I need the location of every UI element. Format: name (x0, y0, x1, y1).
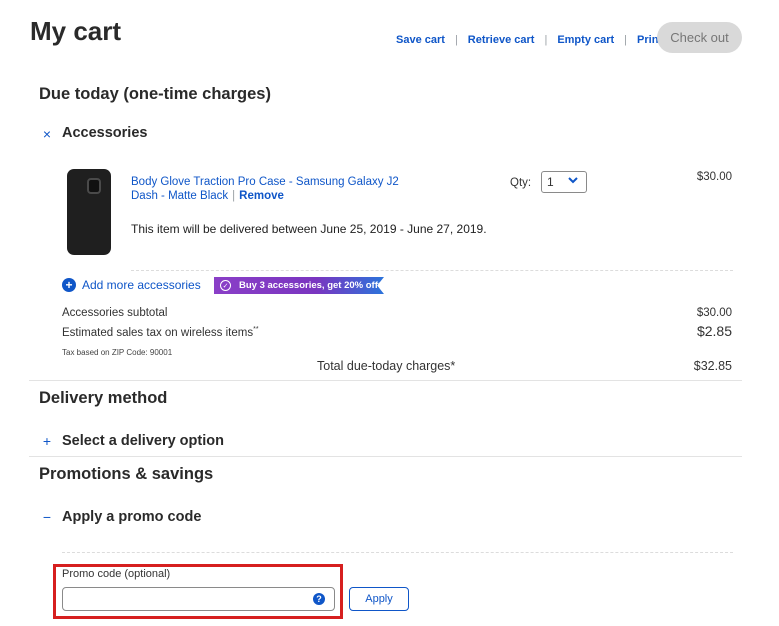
subtotal-label: Accessories subtotal (62, 307, 168, 319)
total-label: Total due-today charges* (317, 359, 456, 373)
collapse-promo-icon[interactable]: − (41, 509, 53, 525)
delivery-estimate: This item will be delivered between June… (131, 222, 487, 236)
divider (131, 270, 733, 271)
item-price: $30.00 (696, 171, 732, 183)
tax-label: Estimated sales tax on wireless items** (62, 326, 259, 339)
total-value: $32.85 (693, 359, 732, 373)
save-cart-link[interactable]: Save cart (396, 34, 445, 46)
divider (29, 380, 742, 381)
qty-select[interactable]: 1 (541, 171, 587, 193)
retrieve-cart-link[interactable]: Retrieve cart (468, 34, 535, 46)
cart-actions: Save cart | Retrieve cart | Empty cart |… (396, 34, 662, 46)
page-title: My cart (30, 16, 122, 46)
tax-footnote: ** (253, 326, 259, 333)
divider (29, 456, 742, 457)
divider (62, 552, 733, 553)
separator: | (454, 34, 458, 46)
tax-label-text: Estimated sales tax on wireless items (62, 326, 254, 339)
phone-case-image (67, 169, 111, 255)
accessories-heading[interactable]: Accessories (62, 125, 147, 141)
highlight-box (53, 564, 343, 619)
camera-cutout (87, 178, 101, 194)
chevron-down-icon (568, 177, 578, 184)
product-name-link[interactable]: Body Glove Traction Pro Case - Samsung G… (131, 176, 399, 188)
qty-value: 1 (547, 175, 554, 189)
promo-code-heading[interactable]: Apply a promo code (62, 509, 201, 525)
product-name-link-2[interactable]: Dash - Matte Black (131, 190, 228, 202)
checkout-button[interactable]: Check out (657, 22, 742, 53)
add-more-accessories-link[interactable]: + Add more accessories (62, 278, 201, 292)
delivery-method-heading: Delivery method (39, 389, 168, 407)
add-more-label: Add more accessories (82, 278, 201, 292)
apply-button[interactable]: Apply (349, 587, 409, 611)
separator: | (232, 189, 236, 202)
check-circle-icon: ✓ (220, 280, 231, 291)
offer-badge[interactable]: ✓ Buy 3 accessories, get 20% off 1 (214, 277, 384, 294)
expand-delivery-icon[interactable]: + (41, 433, 53, 449)
tax-value: $2.85 (696, 323, 732, 339)
separator: | (624, 34, 628, 46)
product-name: Body Glove Traction Pro Case - Samsung G… (131, 176, 431, 203)
remove-item-link[interactable]: Remove (239, 190, 284, 202)
subtotal-value: $30.00 (696, 307, 732, 319)
plus-circle-icon: + (62, 278, 76, 292)
separator: | (544, 34, 548, 46)
empty-cart-link[interactable]: Empty cart (557, 34, 614, 46)
tax-note: Tax based on ZIP Code: 90001 (62, 348, 173, 357)
qty-label: Qty: (510, 177, 532, 189)
collapse-accessories-icon[interactable]: × (41, 126, 53, 142)
delivery-option-heading[interactable]: Select a delivery option (62, 433, 224, 449)
offer-footnote: 1 (377, 282, 382, 289)
due-today-heading: Due today (one-time charges) (39, 85, 271, 103)
offer-label: Buy 3 accessories, get 20% off (239, 280, 378, 291)
promotions-heading: Promotions & savings (39, 465, 214, 483)
